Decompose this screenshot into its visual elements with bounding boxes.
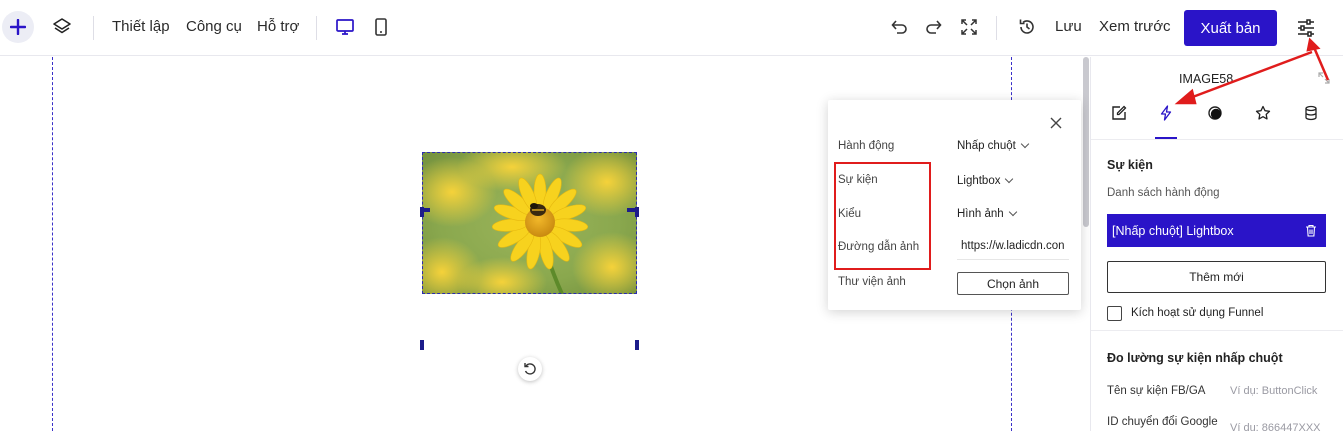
panel-divider — [1091, 139, 1343, 140]
chevron-down-icon — [1005, 174, 1014, 184]
close-icon — [1050, 117, 1062, 129]
mobile-icon — [375, 18, 387, 36]
menu-settings[interactable]: Thiết lập — [112, 18, 170, 35]
tab-effects[interactable] — [1205, 103, 1225, 123]
resize-handle-top-left[interactable] — [420, 208, 430, 212]
event-name-input[interactable]: Ví dụ: ButtonClick — [1230, 385, 1317, 397]
desktop-icon — [336, 19, 354, 35]
section-guide-left — [52, 57, 53, 431]
events-section-title: Sự kiện — [1107, 158, 1153, 172]
menu-tools[interactable]: Công cụ — [186, 18, 242, 35]
fullscreen-button[interactable] — [957, 15, 981, 39]
close-popup-button[interactable] — [1048, 115, 1064, 131]
plus-icon — [10, 19, 26, 35]
undo-button[interactable] — [887, 15, 911, 39]
action-list-label: Danh sách hành động — [1107, 187, 1220, 199]
mobile-view-button[interactable] — [369, 15, 393, 39]
star-icon — [1255, 105, 1271, 120]
settings-panel-button[interactable] — [1293, 15, 1319, 41]
resize-handle-bottom-right[interactable] — [635, 340, 639, 350]
publish-button[interactable]: Xuất bản — [1184, 10, 1277, 46]
event-name-label: Tên sự kiện FB/GA — [1107, 385, 1206, 397]
collapse-panel-button[interactable] — [1317, 71, 1331, 85]
action-select[interactable]: Nhấp chuột — [957, 139, 1030, 152]
history-button[interactable] — [1015, 15, 1039, 39]
tracking-section-title: Đo lường sự kiện nhấp chuột — [1107, 351, 1283, 365]
action-item-label: [Nhấp chuột] Lightbox — [1112, 223, 1234, 238]
element-name: IMAGE58 — [1179, 72, 1234, 86]
action-label: Hành động — [838, 140, 895, 152]
add-action-button[interactable]: Thêm mới — [1107, 261, 1326, 293]
menu-support[interactable]: Hỗ trợ — [257, 18, 299, 35]
choose-image-button[interactable]: Chọn ảnh — [957, 272, 1069, 295]
google-conversion-input[interactable]: Ví dụ: 866447XXX — [1230, 422, 1321, 431]
action-item[interactable]: [Nhấp chuột] Lightbox — [1107, 214, 1326, 247]
panel-divider — [1091, 330, 1343, 331]
chevron-down-icon — [1008, 207, 1017, 217]
google-conversion-label: ID chuyển đổi Google — [1107, 416, 1218, 428]
event-select[interactable]: Lightbox — [957, 174, 1014, 187]
event-select-value: Lightbox — [957, 175, 1001, 187]
event-settings-popup: Hành động Nhấp chuột Sự kiện Lightbox Ki… — [828, 100, 1081, 310]
undo-icon — [891, 20, 907, 34]
image-element[interactable] — [422, 152, 637, 294]
save-button[interactable]: Lưu — [1055, 18, 1082, 35]
database-icon — [1305, 105, 1317, 121]
contrast-icon — [1208, 106, 1222, 120]
top-toolbar: Thiết lập Công cụ Hỗ trợ Lưu Xem trước X… — [0, 0, 1343, 56]
trash-icon — [1306, 224, 1316, 237]
sliders-icon — [1298, 19, 1314, 37]
tab-favorite[interactable] — [1253, 103, 1273, 123]
gallery-label: Thư viện ảnh — [838, 276, 906, 288]
history-icon — [1019, 19, 1034, 34]
chevron-down-icon — [1020, 139, 1030, 149]
desktop-view-button[interactable] — [333, 15, 357, 39]
layers-icon — [53, 18, 71, 34]
expand-icon — [961, 19, 977, 35]
image-url-input[interactable]: https://w.ladicdn.con — [957, 234, 1069, 260]
funnel-label: Kích hoạt sử dụng Funnel — [1131, 307, 1264, 319]
rotate-icon — [524, 363, 536, 375]
type-select[interactable]: Hình ảnh — [957, 207, 1017, 220]
delete-action-button[interactable] — [1304, 223, 1318, 237]
lightning-icon — [1160, 105, 1172, 121]
tab-events[interactable] — [1156, 103, 1176, 123]
funnel-checkbox[interactable] — [1107, 306, 1122, 321]
highlight-box — [834, 162, 931, 270]
tab-data[interactable] — [1301, 103, 1321, 123]
layers-button[interactable] — [50, 15, 74, 39]
tab-design[interactable] — [1109, 103, 1129, 123]
properties-panel: IMAGE58 Sự kiện Danh sách hành động [Nhấ… — [1090, 57, 1343, 431]
add-element-button[interactable] — [2, 11, 34, 43]
toolbar-divider — [996, 16, 997, 40]
rotate-button[interactable] — [518, 357, 542, 381]
action-select-value: Nhấp chuột — [957, 140, 1016, 152]
type-select-value: Hình ảnh — [957, 208, 1004, 220]
toolbar-divider — [93, 16, 94, 40]
preview-button[interactable]: Xem trước — [1099, 18, 1171, 35]
collapse-icon — [1318, 72, 1330, 84]
edit-icon — [1112, 105, 1127, 120]
toolbar-divider — [316, 16, 317, 40]
redo-button[interactable] — [922, 15, 946, 39]
resize-handle-top-right[interactable] — [627, 208, 637, 212]
redo-icon — [926, 20, 942, 34]
resize-handle-bottom-left[interactable] — [420, 340, 424, 350]
flower-image — [422, 152, 637, 294]
canvas-scrollbar[interactable] — [1083, 57, 1089, 227]
